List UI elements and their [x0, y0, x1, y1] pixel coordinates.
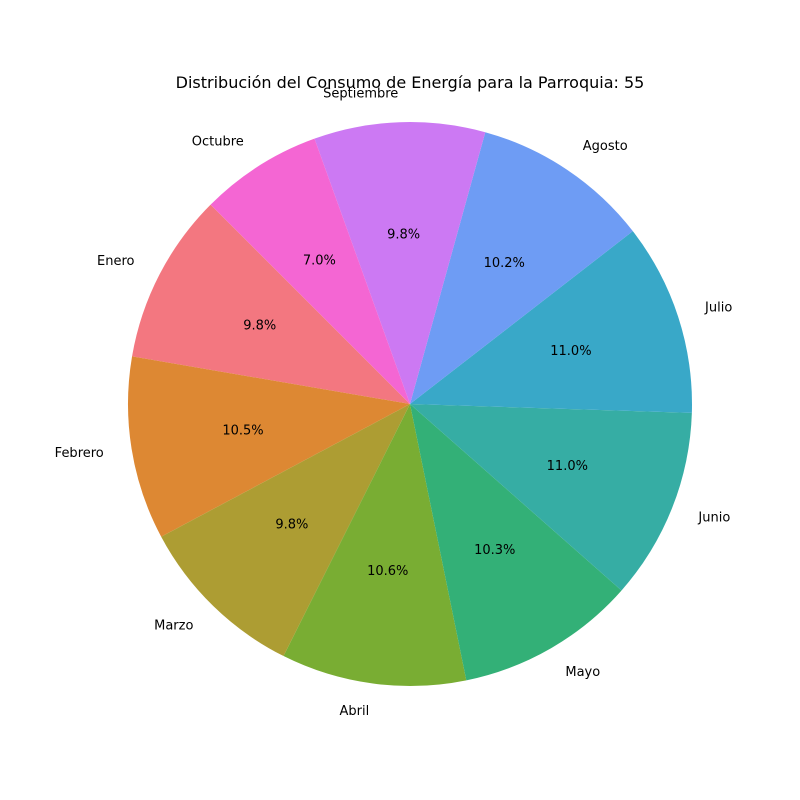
slice-percent-octubre: 7.0% [303, 254, 336, 269]
slice-percent-junio: 11.0% [547, 459, 588, 474]
slice-percent-enero: 9.8% [243, 319, 276, 334]
slice-label-agosto: Agosto [583, 139, 628, 154]
slice-label-julio: Julio [704, 301, 732, 316]
slice-percent-julio: 11.0% [550, 344, 591, 359]
slice-label-junio: Junio [697, 511, 730, 526]
slice-label-marzo: Marzo [154, 619, 193, 634]
slice-label-octubre: Octubre [192, 135, 244, 150]
slice-label-enero: Enero [97, 254, 135, 269]
slice-label-septiembre: Septiembre [323, 87, 398, 102]
slice-percent-septiembre: 9.8% [387, 227, 420, 242]
slice-label-abril: Abril [339, 704, 369, 719]
slice-label-febrero: Febrero [55, 446, 104, 461]
slice-percent-mayo: 10.3% [474, 543, 515, 558]
pie-chart-figure: Distribución del Consumo de Energía para… [0, 0, 800, 800]
slice-percent-abril: 10.6% [367, 564, 408, 579]
chart-title: Distribución del Consumo de Energía para… [176, 73, 645, 92]
slice-percent-marzo: 9.8% [275, 518, 308, 533]
slice-percent-febrero: 10.5% [222, 423, 263, 438]
pie-chart: Distribución del Consumo de Energía para… [55, 73, 733, 719]
slice-percent-agosto: 10.2% [484, 256, 525, 271]
pie-slices [128, 121, 692, 686]
slice-label-mayo: Mayo [565, 665, 600, 680]
